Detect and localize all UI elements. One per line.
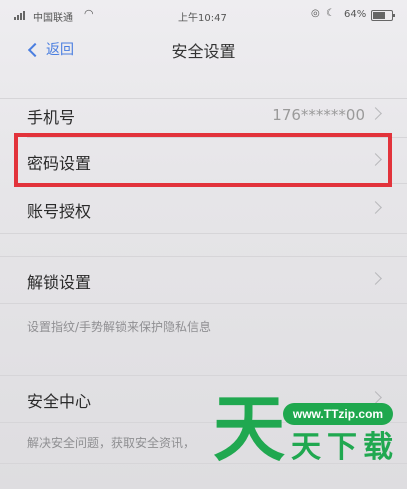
chevron-right-icon <box>369 272 382 285</box>
unlock-caption: 设置指纹/手势解锁来保护隐私信息 <box>27 320 212 334</box>
chevron-right-icon <box>369 107 382 120</box>
status-bar: 中国联通 ◠ 上午10:47 ◎ ☾ 64% <box>0 0 407 32</box>
page-title: 安全设置 <box>171 42 236 61</box>
wifi-icon: ◠ <box>84 7 94 20</box>
section-divider <box>0 233 407 234</box>
carrier-label: 中国联通 <box>33 13 73 24</box>
alarm-icon: ◎ <box>311 8 324 19</box>
phone-screen: 中国联通 ◠ 上午10:47 ◎ ☾ 64% 返回 安全设置 手机号 176**… <box>0 0 407 489</box>
row-label: 手机号 <box>27 108 76 127</box>
chevron-right-icon <box>369 201 382 214</box>
phone-number-value: 176******00 <box>272 106 365 124</box>
row-label: 安全中心 <box>27 392 92 411</box>
battery-icon <box>371 10 395 21</box>
clock: 上午10:47 <box>178 13 227 24</box>
nav-bar: 返回 安全设置 <box>0 32 407 66</box>
row-label: 账号授权 <box>27 202 92 221</box>
row-unlock-settings[interactable]: 解锁设置 <box>0 257 407 303</box>
watermark-text: 天下载 <box>291 430 399 465</box>
moon-icon: ☾ <box>326 8 339 19</box>
row-account-authorization[interactable]: 账号授权 <box>0 186 407 232</box>
row-phone-number[interactable]: 手机号 176******00 <box>0 92 407 138</box>
watermark-logo: 天 www.TTzip.com 天下载 <box>213 387 407 489</box>
watermark-url: www.TTzip.com <box>283 403 393 425</box>
security-caption: 解决安全问题，获取安全资讯， <box>27 436 196 450</box>
highlight-box <box>14 133 392 187</box>
battery-percent: 64% <box>344 9 367 20</box>
section-divider <box>0 303 407 304</box>
signal-icon <box>14 11 25 20</box>
row-label: 解锁设置 <box>27 273 92 292</box>
watermark-big-char: 天 <box>213 387 286 471</box>
